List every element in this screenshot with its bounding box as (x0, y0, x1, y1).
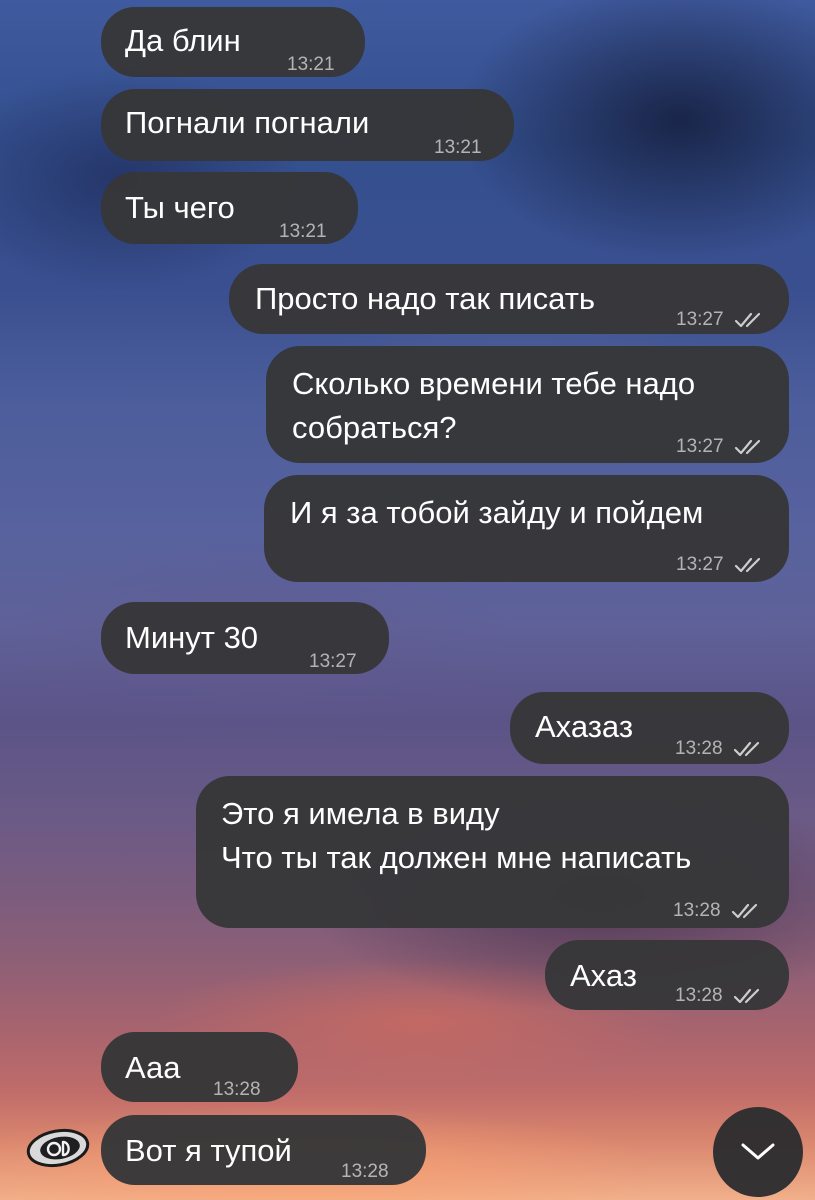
message-outgoing[interactable]: Ахаз 13:28 (545, 940, 789, 1010)
message-text: Минут 30 (125, 620, 259, 655)
message-text: И я за тобой зайду и пойдем (290, 495, 704, 530)
message-text: Ахазаз (535, 709, 634, 744)
message-meta: 13:28 (675, 974, 763, 1018)
message-meta: 13:28 (673, 889, 761, 933)
message-outgoing[interactable]: Ахазаз 13:28 (510, 692, 789, 764)
message-incoming[interactable]: Погнали погнали 13:21 (101, 89, 514, 161)
message-meta: 13:28 (675, 727, 763, 771)
message-text: Да блин (125, 23, 241, 58)
message-incoming[interactable]: Минут 30 13:27 (101, 602, 389, 674)
message-text: Вот я тупой (125, 1133, 292, 1168)
message-meta: 13:27 (676, 543, 764, 587)
message-meta: 13:27 (676, 425, 764, 469)
message-time: 13:27 (309, 651, 357, 672)
message-text: Ты чего (125, 190, 235, 225)
double-check-icon (734, 312, 760, 328)
message-time: 13:27 (676, 436, 724, 457)
double-check-icon (733, 988, 759, 1004)
message-time: 13:28 (213, 1079, 261, 1100)
message-text: Просто надо так писать (255, 281, 596, 316)
message-time: 13:21 (434, 137, 482, 158)
message-incoming[interactable]: Да блин 13:21 (101, 7, 365, 77)
double-check-icon (734, 439, 760, 455)
double-check-icon (734, 557, 760, 573)
avatar[interactable] (22, 1124, 94, 1172)
message-time: 13:21 (287, 54, 335, 75)
message-incoming[interactable]: Ты чего 13:21 (101, 172, 358, 244)
message-incoming[interactable]: Ааа 13:28 (101, 1032, 298, 1102)
message-meta: 13:27 (676, 298, 764, 342)
double-check-icon (731, 903, 757, 919)
message-time: 13:27 (676, 309, 724, 330)
double-check-icon (733, 741, 759, 757)
message-text: Погнали погнали (125, 105, 370, 140)
message-time: 13:27 (676, 554, 724, 575)
message-text: Это я имела в виду Что ты так должен мне… (221, 796, 692, 875)
message-outgoing[interactable]: Сколько времени тебе надо собраться? 13:… (266, 346, 789, 463)
message-time: 13:28 (675, 985, 723, 1006)
message-time: 13:21 (279, 221, 327, 242)
scroll-down-button[interactable] (713, 1107, 803, 1197)
message-text: Ахаз (570, 958, 637, 993)
message-time: 13:28 (673, 900, 721, 921)
message-outgoing[interactable]: Это я имела в виду Что ты так должен мне… (196, 776, 789, 928)
message-outgoing[interactable]: И я за тобой зайду и пойдем 13:27 (264, 475, 789, 582)
message-time: 13:28 (675, 738, 723, 759)
message-incoming[interactable]: Вот я тупой 13:28 (101, 1115, 426, 1185)
message-time: 13:28 (341, 1161, 389, 1182)
message-text: Ааа (125, 1050, 181, 1085)
message-text: Сколько времени тебе надо собраться? (292, 366, 696, 445)
chevron-down-icon (741, 1143, 775, 1160)
message-outgoing[interactable]: Просто надо так писать 13:27 (229, 264, 789, 334)
